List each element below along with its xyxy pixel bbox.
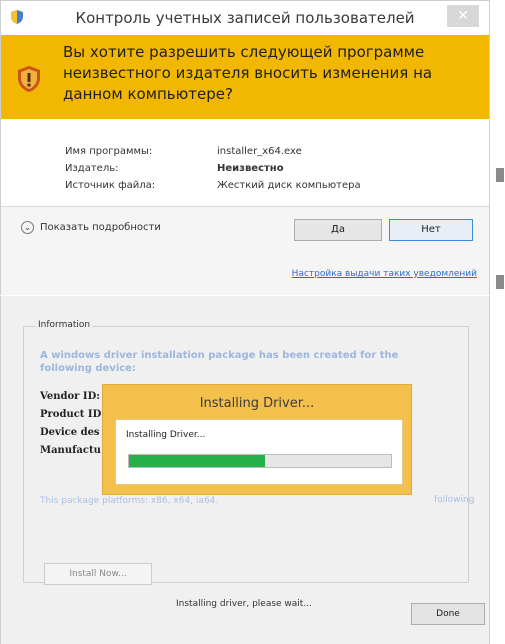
- info-value: installer_x64.exe: [217, 146, 302, 157]
- no-button[interactable]: Нет: [389, 219, 473, 241]
- notification-settings-link[interactable]: Настройка выдачи таких уведомлений: [292, 269, 477, 279]
- uac-dialog: Контроль учетных записей пользователей ✕…: [0, 0, 490, 295]
- info-label: Имя программы:: [65, 146, 153, 157]
- platforms-text-right: following: [434, 495, 475, 505]
- progress-bar-fill: [129, 455, 266, 467]
- uac-title: Контроль учетных записей пользователей: [75, 9, 415, 27]
- uac-question: Вы хотите разрешить следующей программе …: [63, 43, 433, 103]
- done-button[interactable]: Done: [411, 603, 485, 625]
- background-scrollbar-fragment: [496, 275, 504, 289]
- info-row-source: Источник файла: Жесткий диск компьютера: [65, 177, 361, 194]
- info-value: Жесткий диск компьютера: [217, 180, 361, 191]
- installing-driver-dialog: Installing Driver... Installing Driver..…: [102, 384, 412, 495]
- group-title: Information: [36, 320, 93, 330]
- uac-titlebar: Контроль учетных записей пользователей ✕: [1, 1, 489, 35]
- warning-banner: Вы хотите разрешить следующей программе …: [1, 35, 489, 119]
- product-id-label: Product ID: [40, 409, 102, 420]
- info-value: Неизвестно: [217, 163, 284, 174]
- group-description: A windows driver installation package ha…: [40, 350, 399, 374]
- info-row-program: Имя программы: installer_x64.exe: [65, 143, 361, 160]
- show-details-label: Показать подробности: [40, 222, 161, 233]
- progress-dialog-title: Installing Driver...: [199, 396, 315, 411]
- info-label: Источник файла:: [65, 180, 156, 191]
- yes-button[interactable]: Да: [294, 219, 382, 241]
- status-text: Installing driver, please wait...: [176, 599, 312, 609]
- manufacturer-label: Manufactu: [40, 445, 101, 456]
- uac-footer: ⌄ Показать подробности Да Нет Настройка …: [1, 207, 489, 295]
- progress-label: Installing Driver...: [126, 430, 206, 440]
- progress-bar: [128, 454, 392, 468]
- info-label: Издатель:: [65, 163, 119, 174]
- install-now-button[interactable]: Install Now...: [44, 563, 152, 585]
- vendor-id-label: Vendor ID:: [40, 391, 100, 402]
- progress-panel: Installing Driver...: [115, 419, 403, 485]
- info-row-publisher: Издатель: Неизвестно: [65, 160, 361, 177]
- platforms-text: This package platforms: x86, x64, ia64.: [40, 496, 219, 506]
- warning-shield-icon: [18, 66, 40, 92]
- background-scrollbar-fragment: [496, 168, 504, 182]
- device-description-label: Device des: [40, 427, 100, 438]
- program-info: Имя программы: installer_x64.exe Издател…: [65, 143, 361, 194]
- close-button[interactable]: ✕: [447, 5, 479, 27]
- show-details-toggle[interactable]: ⌄ Показать подробности: [21, 221, 161, 234]
- chevron-down-icon: ⌄: [21, 221, 34, 234]
